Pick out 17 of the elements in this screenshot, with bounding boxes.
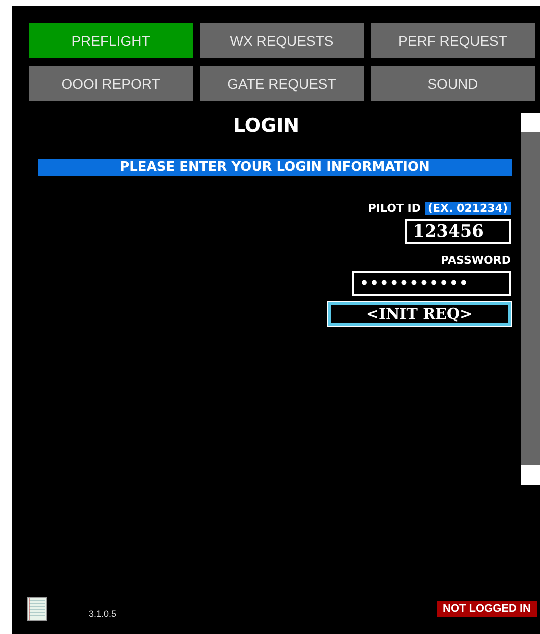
field-label: PILOT ID bbox=[368, 202, 422, 215]
nav-tab[interactable]: PERF REQUEST bbox=[371, 23, 535, 58]
init-request-button[interactable]: <INIT REQ> bbox=[328, 302, 511, 326]
example-hint: (EX. 021234) bbox=[425, 202, 511, 215]
instruction-banner: PLEASE ENTER YOUR LOGIN INFORMATION bbox=[38, 159, 512, 176]
nav-tab[interactable]: WX REQUESTS bbox=[200, 23, 364, 58]
nav-tab[interactable]: OOOI REPORT bbox=[29, 66, 193, 101]
login-status-badge: NOT LOGGED IN bbox=[437, 601, 537, 617]
password-field[interactable]: ••••••••••• bbox=[352, 271, 511, 296]
scrollbar[interactable] bbox=[521, 113, 540, 485]
nav-tab[interactable]: PREFLIGHT bbox=[29, 23, 193, 58]
page-title: LOGIN bbox=[233, 115, 300, 137]
nav-tab[interactable]: GATE REQUEST bbox=[200, 66, 364, 101]
field-label: PASSWORD bbox=[440, 254, 511, 267]
version-text: 3.1.0.5 bbox=[89, 609, 117, 619]
nav-tab[interactable]: SOUND bbox=[371, 66, 535, 101]
pilot-id-field[interactable]: 123456 bbox=[405, 219, 511, 244]
